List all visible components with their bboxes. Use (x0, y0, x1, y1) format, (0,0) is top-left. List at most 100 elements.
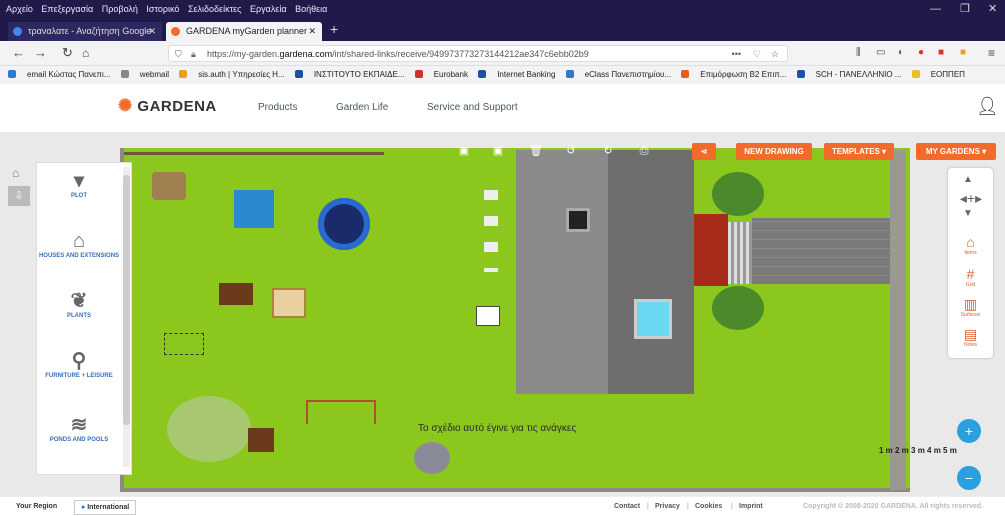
templates-button[interactable]: TEMPLATES ▾ (824, 143, 894, 160)
footer-link-privacy[interactable]: Privacy (655, 497, 680, 516)
sidebar-item-plot[interactable]: ▾ PLOT (37, 169, 121, 199)
bookmark-item[interactable]: ΙΝΣΤΙΤΟΥΤΟ ΕΚΠΑΙΔΕ... (294, 66, 404, 84)
zoom-in-button[interactable]: + (957, 419, 981, 443)
reload-icon[interactable]: ↻ (62, 44, 73, 62)
nav-garden-life[interactable]: Garden Life (336, 102, 388, 113)
user-account-icon[interactable]: 👤︎ (976, 96, 999, 117)
menu-view[interactable]: Προβολή (102, 0, 138, 19)
menu-help[interactable]: Βοήθεια (295, 0, 327, 19)
sidebar-scrollbar[interactable] (123, 167, 130, 467)
download-icon[interactable]: ⇩ (8, 186, 30, 206)
my-gardens-button[interactable]: MY GARDENS ▾ (916, 143, 996, 160)
tree[interactable] (167, 396, 251, 462)
region-selector[interactable]: ● International (74, 500, 137, 515)
bookmark-item[interactable]: Internet Banking (478, 66, 555, 84)
footer-link-cookies[interactable]: Cookies (695, 497, 722, 516)
pond[interactable] (414, 442, 450, 474)
address-bar[interactable]: ⛉ 🔒︎ https://my-garden.gardena.com/int/s… (168, 45, 788, 62)
house-right-roof[interactable] (608, 150, 694, 394)
shrub-top[interactable] (712, 172, 764, 216)
raised-bed[interactable] (219, 283, 253, 305)
bookmark-item[interactable]: SCH - ΠΑΝΕΛΛΗΝΙΟ ... (796, 66, 901, 84)
chimney[interactable] (566, 208, 590, 232)
menu-edit[interactable]: Επεξεργασία (41, 0, 93, 19)
raised-bed-2[interactable] (248, 428, 274, 452)
bookmark-item[interactable]: email Κώστας Πανεπι... (8, 66, 110, 84)
new-tab-button[interactable]: + (330, 21, 338, 37)
bookmark-item[interactable]: eClass Πανεπιστημίου... (565, 66, 671, 84)
bookmark-item[interactable]: Επιμόρφωση Β2 Επιπ... (681, 66, 786, 84)
nav-service-support[interactable]: Service and Support (427, 102, 518, 113)
menu-bookmarks[interactable]: Σελιδοδείκτες (188, 0, 242, 19)
close-tab-icon[interactable]: ✕ (148, 22, 156, 41)
minimize-icon[interactable]: — (930, 0, 941, 19)
stairs[interactable] (728, 222, 752, 284)
skylight[interactable] (634, 299, 672, 339)
menu-history[interactable]: Ιστορικό (146, 0, 179, 19)
footer-link-imprint[interactable]: Imprint (739, 497, 763, 516)
bookmark-item[interactable]: ΕΟΠΠΕΠ (911, 66, 965, 84)
wall-bottom[interactable] (120, 488, 910, 492)
garden-shed[interactable] (234, 190, 274, 228)
bookmark-item[interactable]: webmail (120, 66, 169, 84)
menu-file[interactable]: Αρχείο (6, 0, 33, 19)
extension-orange-icon[interactable]: ■ (960, 44, 966, 62)
sidebar-toggle-icon[interactable]: ▭ (876, 44, 885, 62)
panel-item-surfaces[interactable]: ▥ Surfaces (948, 296, 993, 318)
sidebar-item-houses[interactable]: ⌂ HOUSES AND EXTENSIONS (37, 229, 121, 259)
sidebar-item-furniture[interactable]: ⚲ FURNITURE + LEISURE (37, 349, 121, 379)
back-icon[interactable]: ← (12, 44, 25, 62)
close-tab-icon[interactable]: ✕ (308, 22, 316, 41)
new-drawing-button[interactable]: NEW DRAWING (736, 143, 812, 160)
pan-up-icon[interactable]: ▲ (963, 174, 973, 185)
gardena-logo[interactable]: ✺ GARDENA (118, 96, 217, 116)
scrollbar-thumb[interactable] (123, 175, 130, 425)
adblock-icon[interactable]: ■ (938, 44, 944, 62)
terrace[interactable] (694, 214, 728, 286)
planter-row[interactable] (484, 190, 498, 272)
compost-area[interactable] (164, 333, 204, 355)
trash-icon[interactable]: 🗑︎ (528, 144, 544, 158)
share-button[interactable]: ⋖ (692, 143, 716, 160)
bookmark-item[interactable]: Eurobank (414, 66, 468, 84)
redo-icon[interactable]: ↻ (600, 144, 616, 158)
nav-products[interactable]: Products (258, 102, 297, 113)
extension-icon[interactable]: ◐ (898, 44, 904, 62)
pan-control-icon[interactable]: ◂+▸ (952, 190, 990, 207)
fence-top[interactable] (124, 152, 384, 155)
bookmark-item[interactable]: sis.auth | Υπηρεσίες Η... (179, 66, 285, 84)
house-home-icon[interactable]: ⌂ (12, 166, 19, 180)
print-icon[interactable]: ⎙ (636, 144, 652, 158)
hamburger-menu-icon[interactable]: ≡ (988, 44, 995, 62)
swing-set[interactable] (306, 400, 376, 424)
trampoline[interactable] (318, 198, 370, 250)
save-as-icon[interactable]: ▣ (490, 144, 506, 158)
home-icon[interactable]: ⌂ (82, 44, 89, 62)
zoom-out-button[interactable]: − (957, 466, 981, 490)
opera-extension-icon[interactable]: ● (918, 44, 924, 62)
save-icon[interactable]: ▣ (456, 144, 472, 158)
driveway[interactable] (752, 218, 890, 284)
steps[interactable] (476, 306, 500, 326)
sidebar-item-ponds[interactable]: ≋ PONDS AND POOLS (37, 413, 121, 443)
forward-icon[interactable]: → (34, 44, 47, 62)
tab-gardena-planner[interactable]: GARDENA myGarden planner ✕ (166, 22, 322, 41)
shrub-bottom[interactable] (712, 286, 764, 330)
sandbox[interactable] (272, 288, 306, 318)
bookmark-star-icon[interactable]: ☆ (771, 46, 779, 63)
tab-google-search[interactable]: τραναλατε - Αναζήτηση Google ✕ (8, 22, 162, 41)
sidebar-item-plants[interactable]: ❦ PLANTS (37, 289, 121, 319)
undo-icon[interactable]: ↺ (563, 144, 579, 158)
wood-pile[interactable] (152, 172, 186, 200)
library-icon[interactable]: ⫼ (856, 44, 861, 62)
panel-item-notes[interactable]: ▤ Notes (948, 326, 993, 348)
pocket-icon[interactable]: ♡ (753, 46, 761, 63)
wall-right[interactable] (890, 150, 906, 490)
footer-link-contact[interactable]: Contact (614, 497, 640, 516)
panel-item-items[interactable]: ⌂ Items (948, 234, 993, 256)
restore-icon[interactable]: ❐ (960, 0, 970, 19)
house-left-roof[interactable] (516, 150, 608, 394)
close-window-icon[interactable]: ✕ (988, 0, 997, 19)
pan-down-icon[interactable]: ▼ (963, 208, 973, 219)
panel-item-grid[interactable]: # Grid (948, 266, 993, 288)
